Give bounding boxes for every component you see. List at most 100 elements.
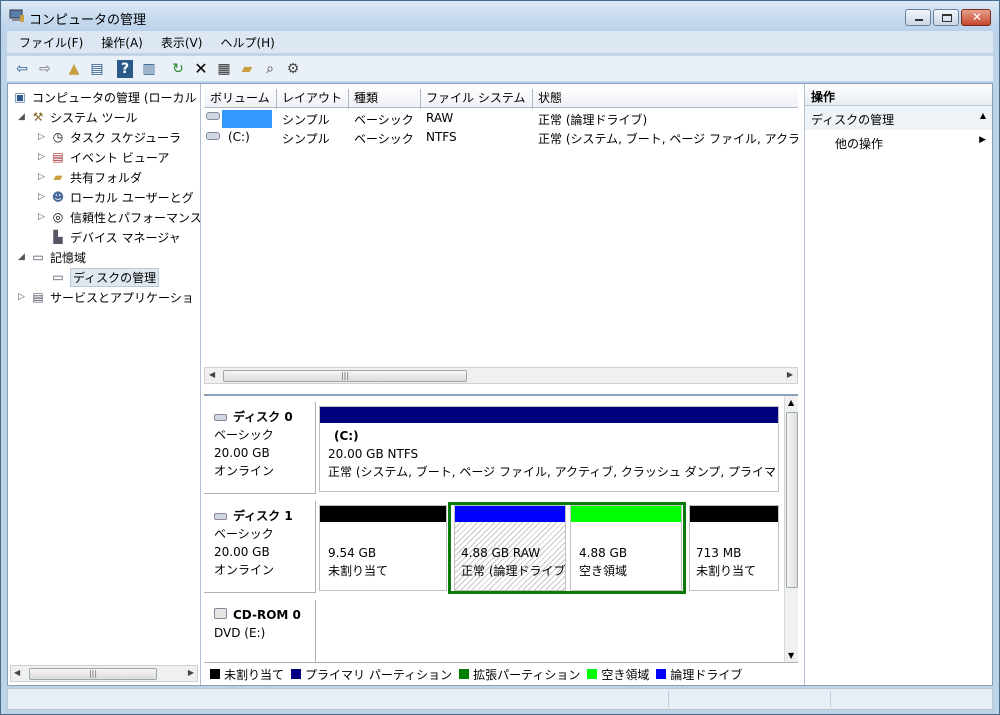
title-bar: コンピュータの管理 ✕ <box>1 1 999 31</box>
window-title: コンピュータの管理 <box>29 13 147 28</box>
disk-0-info[interactable]: ディスク 0 ベーシック 20.00 GB オンライン <box>204 402 316 494</box>
forward-icon[interactable]: ⇨ <box>34 58 56 80</box>
back-icon[interactable]: ⇦ <box>11 58 33 80</box>
legend-extended-partition: 拡張パーティション <box>459 666 580 683</box>
drive-icon <box>206 112 220 122</box>
minimize-button[interactable] <box>905 9 931 26</box>
refresh-icon[interactable]: ↻ <box>167 58 189 80</box>
tree-item-device-manager[interactable]: ▙ デバイス マネージャ <box>50 227 180 247</box>
main-window: コンピュータの管理 ✕ ファイル(F) 操作(A) 表示(V) ヘルプ(H) ⇦… <box>0 0 1000 715</box>
volume-name-cell: (C:) <box>228 130 250 144</box>
help-icon[interactable]: ? <box>117 59 133 78</box>
column-header-volume[interactable]: ボリューム <box>210 89 270 106</box>
actions-pane: 操作 ディスクの管理 ▲ 他の操作 ▶ <box>804 84 992 685</box>
menu-action[interactable]: 操作(A) <box>95 34 149 51</box>
expand-arrow-icon[interactable]: ▷ <box>38 172 48 182</box>
tree-item-services-applications[interactable]: ▷ ▤ サービスとアプリケーショ <box>18 287 194 307</box>
storage-icon: ▭ <box>32 250 44 264</box>
menu-help[interactable]: ヘルプ(H) <box>214 34 280 51</box>
cdrom-icon <box>214 608 227 619</box>
delete-icon[interactable]: ✕ <box>190 58 212 80</box>
submenu-arrow-icon: ▶ <box>979 135 986 145</box>
partition-c[interactable]: (C:) 20.00 GB NTFS 正常 (システム, ブート, ページ ファ… <box>319 406 779 492</box>
scroll-up-arrow-icon[interactable]: ▲ <box>788 398 794 407</box>
tree-horizontal-scrollbar[interactable]: ◀ ||| ▶ <box>10 665 198 682</box>
expand-arrow-icon[interactable]: ▷ <box>38 212 48 222</box>
tree-item-reliability-performance[interactable]: ▷ ◎ 信頼性とパフォーマンス <box>38 207 200 227</box>
column-header-filesystem[interactable]: ファイル システム <box>426 89 525 106</box>
disk-map-vertical-scrollbar[interactable]: ▲ ▼ <box>784 396 798 662</box>
scrollbar-thumb[interactable] <box>786 412 798 588</box>
expand-arrow-icon[interactable]: ▷ <box>18 292 28 302</box>
tree-item-disk-management[interactable]: ▭ ディスクの管理 <box>50 267 160 287</box>
action-more-actions[interactable]: 他の操作 ▶ <box>805 130 992 154</box>
client-area: ▣ コンピュータの管理 (ローカル ◢ ⚒ システム ツール ▷ ◷ タスク ス… <box>7 83 993 686</box>
collapse-section-icon[interactable]: ▲ <box>980 111 986 125</box>
disk-icon <box>214 414 227 421</box>
expand-arrow-icon[interactable]: ▷ <box>38 192 48 202</box>
scroll-left-arrow-icon[interactable]: ◀ <box>209 370 215 379</box>
tree-item-storage[interactable]: ◢ ▭ 記憶域 <box>18 247 86 267</box>
collapse-arrow-icon[interactable]: ◢ <box>18 252 28 262</box>
tree-item-shared-folders[interactable]: ▷ ▰ 共有フォルダ <box>38 167 142 187</box>
search-icon[interactable]: ⌕ <box>259 58 281 80</box>
tree-item-task-scheduler[interactable]: ▷ ◷ タスク スケジューラ <box>38 127 181 147</box>
show-hide-action-pane-icon[interactable]: ▥ <box>138 58 160 80</box>
close-button[interactable]: ✕ <box>961 9 991 26</box>
column-header-type[interactable]: 種類 <box>354 89 378 106</box>
menu-view[interactable]: 表示(V) <box>155 34 209 51</box>
menu-bar: ファイル(F) 操作(A) 表示(V) ヘルプ(H) <box>7 31 993 53</box>
device-manager-icon: ▙ <box>53 230 63 244</box>
actions-pane-title: 操作 <box>805 84 992 106</box>
users-icon: ☻ <box>51 190 65 204</box>
menu-file[interactable]: ファイル(F) <box>13 34 89 51</box>
clock-icon: ◷ <box>52 130 64 144</box>
layout-cell: シンプル <box>282 132 330 146</box>
tree-item-computer-management[interactable]: ▣ コンピュータの管理 (ローカル <box>12 87 196 107</box>
partition-free-space[interactable]: 4.88 GB 空き領域 <box>570 505 682 591</box>
tree-item-system-tools[interactable]: ◢ ⚒ システム ツール <box>18 107 137 127</box>
disk-legend: 未割り当て プライマリ パーティション 拡張パーティション 空き領域 論理ドライ… <box>204 662 798 685</box>
maximize-button[interactable] <box>933 9 959 26</box>
column-header-layout[interactable]: レイアウト <box>282 89 342 106</box>
expand-arrow-icon[interactable]: ▷ <box>38 132 48 142</box>
actions-section-disk-management[interactable]: ディスクの管理 ▲ <box>805 106 992 130</box>
legend-logical-drive: 論理ドライブ <box>656 666 742 683</box>
scrollbar-thumb[interactable]: ||| <box>29 668 157 680</box>
cdrom-0-info[interactable]: CD-ROM 0 DVD (E:) <box>204 600 316 662</box>
up-folder-icon[interactable]: ▲ <box>63 58 85 80</box>
collapse-arrow-icon[interactable]: ◢ <box>18 112 28 122</box>
filesystem-cell: NTFS <box>426 130 457 144</box>
disk-1-info[interactable]: ディスク 1 ベーシック 20.00 GB オンライン <box>204 501 316 593</box>
event-viewer-icon: ▤ <box>52 150 64 164</box>
volume-list-horizontal-scrollbar[interactable]: ◀ ||| ▶ <box>204 367 798 384</box>
scroll-right-arrow-icon[interactable]: ▶ <box>787 370 793 379</box>
open-folder-icon[interactable]: ▰ <box>236 58 258 80</box>
scroll-down-arrow-icon[interactable]: ▼ <box>788 651 794 660</box>
scroll-right-arrow-icon[interactable]: ▶ <box>188 668 194 677</box>
performance-icon: ◎ <box>52 210 64 224</box>
scroll-left-arrow-icon[interactable]: ◀ <box>14 668 20 677</box>
disk-map: ディスク 0 ベーシック 20.00 GB オンライン (C:) 20.00 G… <box>204 394 798 662</box>
volume-name-selected <box>222 110 272 128</box>
scrollbar-thumb[interactable]: ||| <box>223 370 467 382</box>
layout-cell: シンプル <box>282 113 330 127</box>
settings-icon[interactable]: ⚙ <box>282 58 304 80</box>
properties-icon[interactable]: ▦ <box>213 58 235 80</box>
tree-item-local-users[interactable]: ▷ ☻ ローカル ユーザーとグ <box>38 187 194 207</box>
partition-logical-raw[interactable]: 4.88 GB RAW 正常 (論理ドライブ) <box>454 505 566 591</box>
partition-unallocated-1[interactable]: 9.54 GB 未割り当て <box>319 505 447 591</box>
toolbar: ⇦ ⇨ ▲ ▤ ? ▥ ↻ ✕ ▦ ▰ ⌕ ⚙ <box>7 55 993 81</box>
status-bar-divider <box>668 691 669 707</box>
show-hide-tree-icon[interactable]: ▤ <box>86 58 108 80</box>
legend-free-space: 空き領域 <box>587 666 649 683</box>
status-cell: 正常 (論理ドライブ) <box>538 113 648 127</box>
navigation-tree: ▣ コンピュータの管理 (ローカル ◢ ⚒ システム ツール ▷ ◷ タスク ス… <box>8 84 201 685</box>
type-cell: ベーシック <box>354 132 414 146</box>
expand-arrow-icon[interactable]: ▷ <box>38 152 48 162</box>
partition-unallocated-2[interactable]: 713 MB 未割り当て <box>689 505 779 591</box>
computer-management-icon <box>9 9 24 22</box>
legend-unallocated: 未割り当て <box>210 666 284 683</box>
tree-item-event-viewer[interactable]: ▷ ▤ イベント ビューア <box>38 147 169 167</box>
column-header-status[interactable]: 状態 <box>538 89 562 106</box>
